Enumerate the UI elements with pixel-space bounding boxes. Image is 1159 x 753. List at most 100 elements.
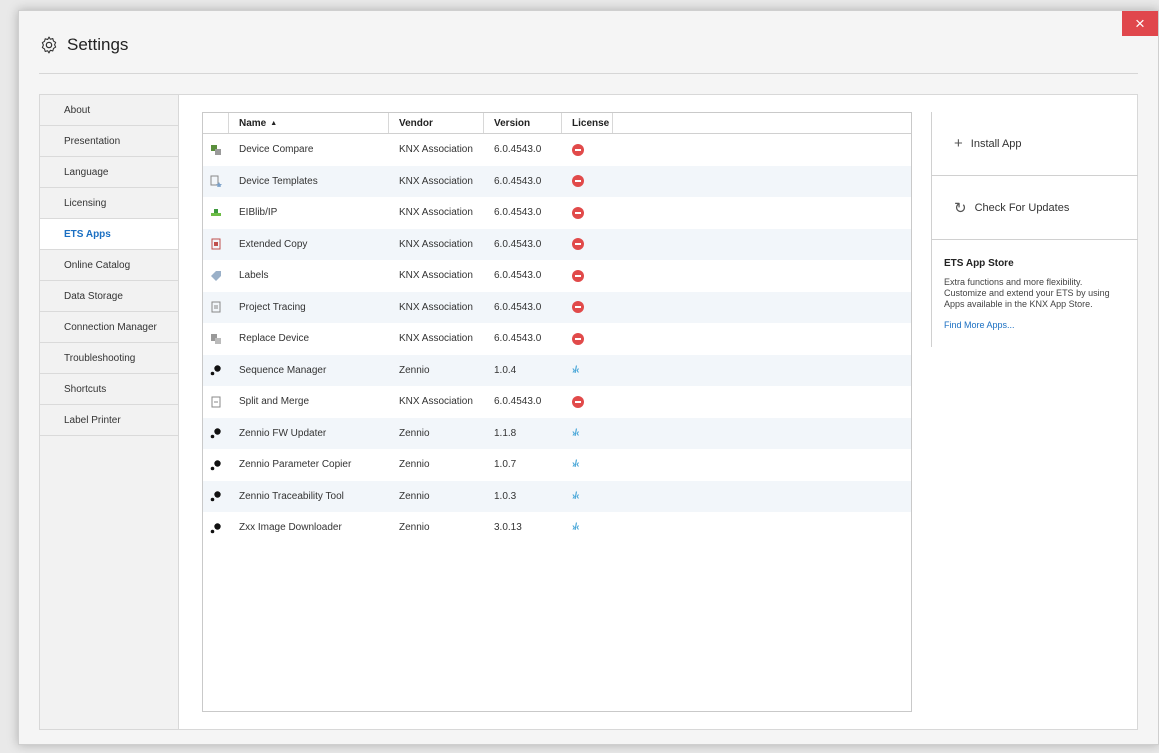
sort-ascending-icon: ▲ (270, 119, 278, 127)
cell-license (562, 229, 613, 261)
header-vendor[interactable]: Vendor (389, 113, 484, 133)
cell-name: Zennio Traceability Tool (239, 490, 344, 502)
cell-vendor: KNX Association (399, 175, 473, 187)
no-license-icon (572, 269, 584, 282)
sidebar-item-label: Label Printer (64, 414, 121, 426)
apps-table: Name ▲ Vendor Version License Device Com… (202, 112, 912, 712)
sidebar-item-connection-manager[interactable]: Connection Manager (40, 312, 178, 343)
header-version[interactable]: Version (484, 113, 562, 133)
no-license-icon (572, 238, 584, 251)
sidebar-item-label: Troubleshooting (64, 352, 136, 364)
header-version-label: Version (494, 117, 531, 129)
sidebar-item-label: Presentation (64, 135, 121, 147)
close-button[interactable]: × (1122, 11, 1158, 36)
cell-version: 1.1.8 (494, 427, 517, 439)
table-row[interactable]: Zennio FW Updater Zennio 1.1.8 ›/‹ (203, 417, 911, 449)
sidebar-item-online-catalog[interactable]: Online Catalog (40, 250, 178, 281)
cell-version: 1.0.4 (494, 364, 517, 376)
header-vendor-label: Vendor (399, 117, 433, 129)
gear-icon (41, 36, 57, 54)
table-row[interactable]: Labels KNX Association 6.0.4543.0 (203, 260, 911, 292)
install-app-button[interactable]: + Install App (932, 112, 1138, 176)
table-row[interactable]: Zennio Parameter Copier Zennio 1.0.7 ›/‹ (203, 449, 911, 481)
cell-name: Zxx Image Downloader (239, 522, 342, 534)
table-body: Device Compare KNX Association 6.0.4543.0 D… (203, 134, 911, 544)
cell-name: Split and Merge (239, 396, 310, 408)
cell-license (562, 166, 613, 198)
zennio-dots-icon (203, 355, 229, 387)
sidebar-item-ets-apps[interactable]: ETS Apps (40, 219, 178, 250)
extended-copy-icon (203, 229, 229, 261)
sidebar-item-label: About (64, 104, 91, 116)
sidebar-item-label: Connection Manager (64, 321, 157, 333)
sidebar-item-shortcuts[interactable]: Shortcuts (40, 374, 178, 405)
cell-vendor: KNX Association (399, 207, 473, 219)
table-row[interactable]: Zennio Traceability Tool Zennio 1.0.3 ›/‹ (203, 480, 911, 513)
table-row[interactable]: Project Tracing KNX Association 6.0.4543.0 (203, 291, 911, 324)
table-row[interactable]: Device Templates KNX Association 6.0.4543.… (203, 165, 911, 198)
cell-license (562, 386, 613, 418)
sidebar-item-licensing[interactable]: Licensing (40, 188, 178, 219)
cell-vendor: KNX Association (399, 333, 473, 345)
cell-license: ›/‹ (562, 449, 613, 481)
no-license-icon (572, 143, 584, 156)
table-row[interactable]: Zxx Image Downloader Zennio 3.0.13 ›/‹ (203, 512, 911, 544)
sidebar-item-about[interactable]: About (40, 95, 178, 126)
cell-name: Zennio Parameter Copier (239, 459, 352, 471)
check-updates-button[interactable]: ↻ Check For Updates (932, 176, 1138, 240)
no-license-icon (572, 206, 584, 219)
cell-vendor: KNX Association (399, 144, 473, 156)
table-header: Name ▲ Vendor Version License (203, 113, 911, 134)
sidebar-item-label: Data Storage (64, 290, 123, 302)
cell-vendor: Zennio (399, 522, 430, 534)
cell-version: 6.0.4543.0 (494, 175, 542, 187)
table-row[interactable]: Split and Merge KNX Association 6.0.4543.0 (203, 386, 911, 418)
table-row[interactable]: Replace Device KNX Association 6.0.4543.0 (203, 323, 911, 355)
sidebar-item-label: ETS Apps (64, 228, 111, 240)
sidebar-item-label-printer[interactable]: Label Printer (40, 405, 178, 436)
cell-vendor: Zennio (399, 490, 430, 502)
sidebar-item-label: Licensing (64, 197, 107, 209)
zennio-license-icon: ›/‹ (572, 459, 580, 471)
sidebar-item-label: Language (64, 166, 109, 178)
table-row[interactable]: EIBlib/IP KNX Association 6.0.4543.0 (203, 197, 911, 229)
cell-license: ›/‹ (562, 512, 613, 544)
eiblib-ip-icon (203, 197, 229, 229)
cell-name: Replace Device (239, 333, 310, 345)
no-license-icon (572, 301, 584, 314)
sidebar-item-language[interactable]: Language (40, 157, 178, 188)
table-row[interactable]: Extended Copy KNX Association 6.0.4543.0 (203, 228, 911, 261)
cell-version: 1.0.3 (494, 490, 517, 502)
sidebar-item-presentation[interactable]: Presentation (40, 126, 178, 157)
header-name[interactable]: Name ▲ (229, 113, 389, 133)
table-row[interactable]: Device Compare KNX Association 6.0.4543.0 (203, 134, 911, 166)
header-icon-column (203, 113, 229, 133)
right-panel: + Install App ↻ Check For Updates ETS Ap… (931, 112, 1138, 347)
cell-license (562, 292, 613, 324)
cell-license: ›/‹ (562, 481, 613, 513)
app-store-title: ETS App Store (944, 258, 1014, 269)
zennio-dots-icon (203, 449, 229, 481)
table-row[interactable]: Sequence Manager Zennio 1.0.4 ›/‹ (203, 354, 911, 387)
settings-window: × Settings About Presentation Language Lice… (18, 10, 1159, 745)
cell-name: Device Compare (239, 144, 314, 156)
settings-nav: About Presentation Language Licensing ETS Ap… (40, 95, 179, 729)
cell-name: Project Tracing (239, 301, 306, 313)
sidebar-item-data-storage[interactable]: Data Storage (40, 281, 178, 312)
labels-icon (203, 260, 229, 292)
device-templates-icon (203, 166, 229, 198)
cell-version: 6.0.4543.0 (494, 396, 542, 408)
cell-vendor: Zennio (399, 364, 430, 376)
cell-name: Zennio FW Updater (239, 427, 327, 439)
no-license-icon (572, 332, 584, 345)
cell-vendor: KNX Association (399, 270, 473, 282)
cell-version: 6.0.4543.0 (494, 301, 542, 313)
cell-version: 1.0.7 (494, 459, 517, 471)
sidebar-item-troubleshooting[interactable]: Troubleshooting (40, 343, 178, 374)
zennio-license-icon: ›/‹ (572, 364, 580, 376)
find-more-apps-link[interactable]: Find More Apps... (944, 320, 1126, 330)
cell-name: Labels (239, 270, 269, 282)
cell-version: 6.0.4543.0 (494, 144, 542, 156)
header-license[interactable]: License (562, 113, 613, 133)
no-license-icon (572, 395, 584, 408)
